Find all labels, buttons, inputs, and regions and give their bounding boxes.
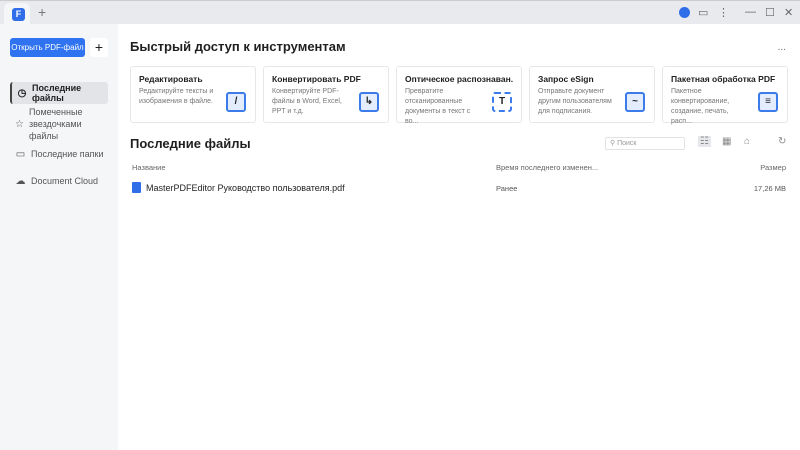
search-input[interactable]: ⚲ Поиск	[605, 137, 685, 150]
ocr-icon: T	[492, 92, 512, 112]
main-content: Быстрый доступ к инструментам ... Редакт…	[118, 24, 800, 450]
add-button[interactable]: +	[90, 38, 108, 57]
tool-card-batch[interactable]: Пакетная обработка PDF Пакетное конвертир…	[662, 66, 788, 125]
search-placeholder: Поиск	[617, 140, 637, 147]
batch-icon: ≡	[758, 92, 778, 112]
card-title: Пакетная обработка PDF	[671, 74, 776, 84]
card-desc: Отправьте документ другим пользователям …	[538, 88, 612, 115]
column-header-name[interactable]: Название	[132, 163, 166, 172]
tool-card-esign[interactable]: Запрос eSign Отправьте документ другим по…	[529, 66, 655, 123]
sidebar-item-document-cloud[interactable]: ☁ Document Cloud	[10, 172, 108, 190]
card-title: Конвертировать PDF	[272, 74, 361, 84]
home-tab[interactable]: F	[4, 3, 30, 25]
app-logo-icon: F	[12, 8, 25, 21]
tool-card-ocr[interactable]: Оптическое распознаван... Превратите отск…	[396, 66, 522, 125]
close-button[interactable]: ✕	[784, 6, 793, 19]
list-view-icon[interactable]: ☷	[698, 136, 711, 147]
card-title: Редактировать	[139, 74, 203, 84]
feedback-icon[interactable]: ▭	[698, 6, 708, 19]
refresh-icon[interactable]: ↻	[778, 136, 786, 147]
convert-icon: ↳	[359, 92, 379, 112]
esign-icon: ~	[625, 92, 645, 112]
folder-icon: ▭	[15, 148, 26, 160]
sidebar-item-label: Помеченные звездочками файлы	[28, 107, 83, 141]
more-options-button[interactable]: ...	[778, 42, 786, 53]
card-desc: Пакетное конвертирование, создание, печа…	[671, 88, 730, 125]
title-bar: F + ▭ ⋮ — ☐ ✕	[0, 0, 800, 25]
minimize-button[interactable]: —	[745, 6, 756, 18]
cloud-icon: ☁	[15, 175, 26, 187]
sidebar-item-recent-folders[interactable]: ▭ Последние папки	[10, 145, 108, 163]
sidebar: Открыть PDF-файл + ◷ Последние файлы ☆ Пом…	[0, 24, 118, 450]
sidebar-item-label: Последние файлы	[32, 83, 82, 103]
card-title: Запрос eSign	[538, 74, 594, 84]
clock-icon: ◷	[17, 87, 27, 99]
file-name: MasterPDFEditor Руководство пользователя…	[146, 182, 345, 193]
pdf-file-icon	[132, 182, 141, 193]
quick-access-title: Быстрый доступ к инструментам	[130, 39, 346, 54]
card-desc: Превратите отсканированные документы в т…	[405, 88, 471, 125]
account-avatar-icon[interactable]	[679, 7, 690, 18]
sidebar-item-label: Последние папки	[31, 149, 104, 159]
sidebar-item-label: Document Cloud	[31, 176, 99, 186]
sidebar-item-recent-files[interactable]: ◷ Последние файлы	[10, 82, 108, 104]
card-title: Оптическое распознаван...	[405, 74, 513, 84]
file-modified: Ранее	[496, 184, 518, 193]
open-pdf-button[interactable]: Открыть PDF-файл	[10, 38, 85, 57]
edit-icon: /	[226, 92, 246, 112]
column-header-size[interactable]: Размер	[760, 163, 786, 172]
menu-icon[interactable]: ⋮	[718, 6, 729, 19]
file-size: 17,26 MB	[753, 184, 786, 193]
tool-card-convert[interactable]: Конвертировать PDF Конвертируйте PDF-файл…	[263, 66, 389, 123]
grid-view-icon[interactable]: ▦	[722, 136, 731, 147]
tool-card-edit[interactable]: Редактировать Редактируйте тексты и изобр…	[130, 66, 256, 123]
recent-files-title: Последние файлы	[130, 136, 251, 151]
card-desc: Редактируйте тексты и изображения в файл…	[139, 88, 214, 105]
new-tab-button[interactable]: +	[38, 4, 46, 20]
card-desc: Конвертируйте PDF-файлы в Word, Excel, P…	[272, 88, 342, 115]
star-icon: ☆	[15, 118, 24, 130]
clear-icon[interactable]: ⌂	[744, 136, 750, 147]
column-header-modified[interactable]: Время последнего изменен...	[496, 163, 598, 172]
maximize-button[interactable]: ☐	[765, 6, 775, 19]
sidebar-item-starred-files[interactable]: ☆ Помеченные звездочками файлы	[10, 107, 108, 141]
